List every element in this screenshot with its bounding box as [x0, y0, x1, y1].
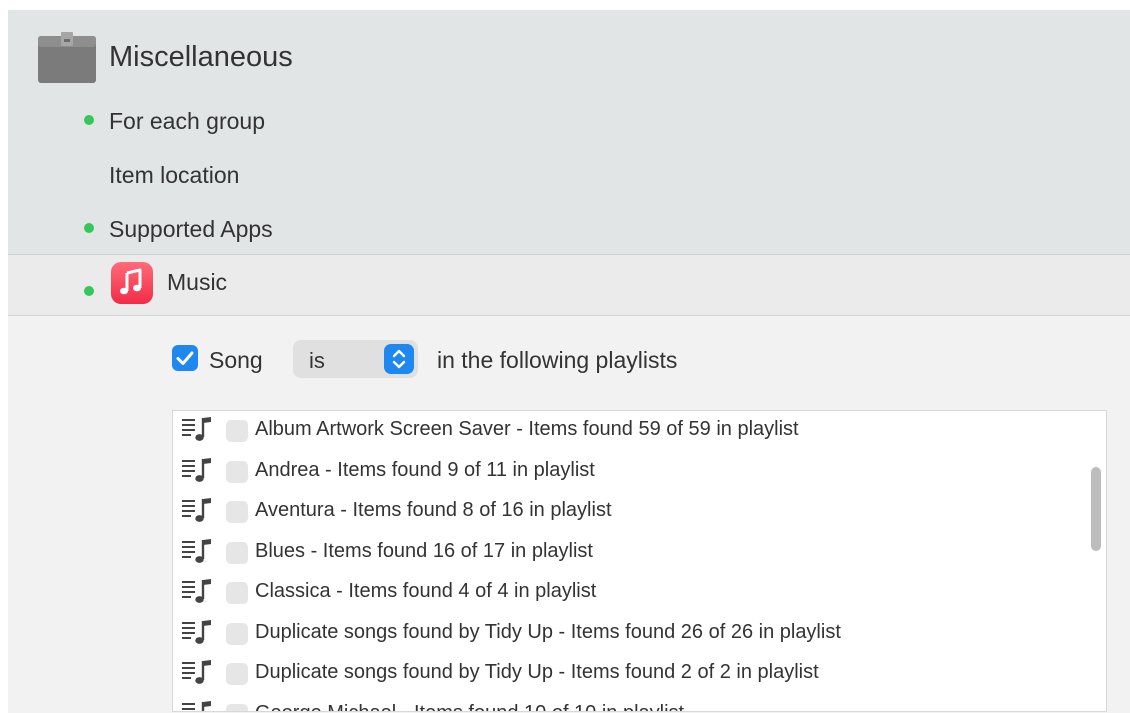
playlist-icon: [182, 417, 211, 441]
playlist-checkbox[interactable]: [226, 501, 248, 523]
playlist-row[interactable]: Album Artwork Screen Saver - Items found…: [173, 412, 1106, 452]
playlist-row[interactable]: Blues - Items found 16 of 17 in playlist: [173, 534, 1106, 574]
playlist-row[interactable]: George Michael - Items found 10 of 10 in…: [173, 696, 1106, 712]
playlist-icon: [182, 660, 211, 684]
checkmark-icon: [176, 351, 194, 365]
song-rule-checkbox[interactable]: [172, 345, 198, 371]
playlist-icon: [182, 619, 211, 644]
playlist-row[interactable]: Duplicate songs found by Tidy Up - Items…: [173, 615, 1106, 655]
music-note-icon: [120, 268, 142, 295]
playlist-checkbox[interactable]: [226, 582, 248, 604]
for-each-group-label: For each group: [109, 108, 265, 134]
playlist-icon: [182, 498, 211, 522]
playlist-label: Aventura - Items found 8 of 16 in playli…: [255, 499, 612, 521]
box-icon: [38, 32, 96, 83]
operator-select[interactable]: is: [293, 340, 418, 378]
music-app-icon: [111, 262, 153, 304]
playlist-row[interactable]: Andrea - Items found 9 of 11 in playlist: [173, 453, 1106, 493]
playlist-icon: [182, 700, 211, 711]
status-dot: [84, 223, 94, 233]
playlist-list[interactable]: Album Artwork Screen Saver - Items found…: [172, 410, 1107, 712]
rule-field-label: Song: [209, 347, 263, 373]
playlist-checkbox[interactable]: [226, 420, 248, 442]
playlist-icon: [182, 579, 211, 603]
settings-panel: Miscellaneous For each group Item locati…: [8, 10, 1130, 713]
playlist-checkbox[interactable]: [226, 663, 248, 685]
playlist-label: Classica - Items found 4 of 4 in playlis…: [255, 580, 597, 602]
supported-apps-label: Supported Apps: [109, 216, 273, 242]
status-dot: [84, 286, 94, 296]
status-dot: [84, 115, 94, 125]
playlist-label: Album Artwork Screen Saver - Items found…: [255, 418, 799, 440]
playlist-checkbox[interactable]: [226, 703, 248, 711]
operator-select-value: is: [309, 348, 325, 373]
rule-editor: Song is in the following playlists Album…: [8, 316, 1130, 713]
playlist-icon: [182, 538, 211, 563]
rule-suffix-label: in the following playlists: [437, 347, 678, 373]
playlist-row[interactable]: Classica - Items found 4 of 4 in playlis…: [173, 574, 1106, 614]
playlist-checkbox[interactable]: [226, 460, 248, 483]
miscellaneous-section: Miscellaneous For each group Item locati…: [8, 10, 1130, 255]
app-name: Music: [167, 269, 228, 295]
playlist-label: Andrea - Items found 9 of 11 in playlist: [255, 458, 595, 481]
playlist-row[interactable]: Aventura - Items found 8 of 16 in playli…: [173, 493, 1106, 533]
playlist-row[interactable]: Duplicate songs found by Tidy Up - Items…: [173, 655, 1106, 695]
select-arrows-icon: [384, 344, 414, 374]
playlist-label: Blues - Items found 16 of 17 in playlist: [255, 539, 593, 562]
playlist-label: Duplicate songs found by Tidy Up - Items…: [255, 661, 819, 683]
playlist-label: Duplicate songs found by Tidy Up - Items…: [255, 620, 841, 643]
section-title: Miscellaneous: [109, 41, 293, 73]
item-location-label: Item location: [109, 162, 240, 188]
playlist-checkbox[interactable]: [226, 622, 248, 645]
app-row-music[interactable]: Music: [8, 255, 1130, 316]
scrollbar-thumb[interactable]: [1091, 467, 1101, 551]
playlist-label: George Michael - Items found 10 of 10 in…: [255, 702, 684, 712]
playlist-icon: [182, 457, 211, 482]
playlist-checkbox[interactable]: [226, 541, 248, 564]
